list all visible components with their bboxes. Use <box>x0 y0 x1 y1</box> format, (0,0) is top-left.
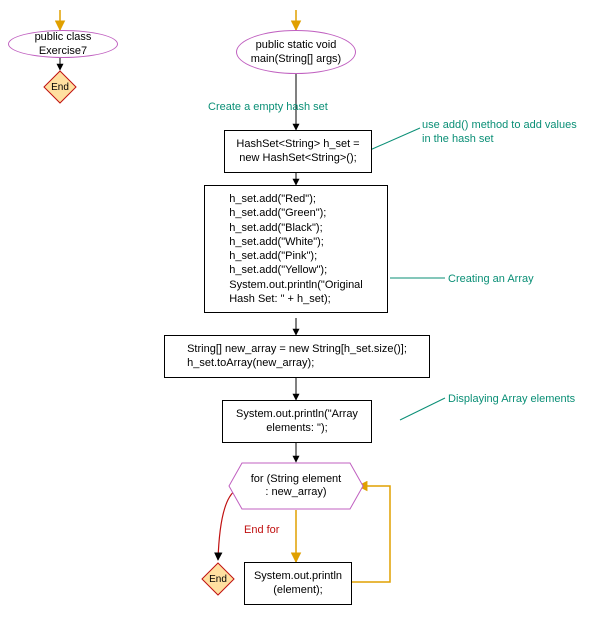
for-loop-label: for (String element : new_array) <box>228 462 364 510</box>
class-declaration-label: public class Exercise7 <box>17 30 109 59</box>
annotation-creating-array: Creating an Array <box>448 272 534 286</box>
print-element-text: System.out.println (element); <box>254 569 342 598</box>
end-diamond-main: End <box>201 562 235 596</box>
print-element-box: System.out.println (element); <box>244 562 352 605</box>
print-header-text: System.out.println("Array elements: "); <box>236 407 358 436</box>
method-declaration-ellipse: public static void main(String[] args) <box>236 30 356 74</box>
annotation-create-hashset: Create a empty hash set <box>208 100 328 114</box>
new-array-text: String[] new_array = new String[h_set.si… <box>187 342 407 371</box>
end-label-main: End <box>201 562 235 596</box>
method-declaration-label: public static void main(String[] args) <box>251 38 341 67</box>
connectors <box>0 0 608 638</box>
end-for-label: End for <box>244 524 279 536</box>
hashset-adds-box: h_set.add("Red"); h_set.add("Green"); h_… <box>204 185 388 313</box>
print-header-box: System.out.println("Array elements: "); <box>222 400 372 443</box>
for-loop-hexagon: for (String element : new_array) <box>228 462 364 510</box>
end-label-left: End <box>43 70 77 104</box>
hashset-declaration-text: HashSet<String> h_set = new HashSet<Stri… <box>236 137 359 166</box>
hashset-adds-text: h_set.add("Red"); h_set.add("Green"); h_… <box>229 192 363 306</box>
annotation-add-method: use add() method to add values in the ha… <box>422 118 582 147</box>
hashset-declaration-box: HashSet<String> h_set = new HashSet<Stri… <box>224 130 372 173</box>
new-array-box: String[] new_array = new String[h_set.si… <box>164 335 430 378</box>
class-declaration-ellipse: public class Exercise7 <box>8 30 118 58</box>
end-diamond-left: End <box>43 70 77 104</box>
annotation-displaying-array: Displaying Array elements <box>448 392 575 406</box>
